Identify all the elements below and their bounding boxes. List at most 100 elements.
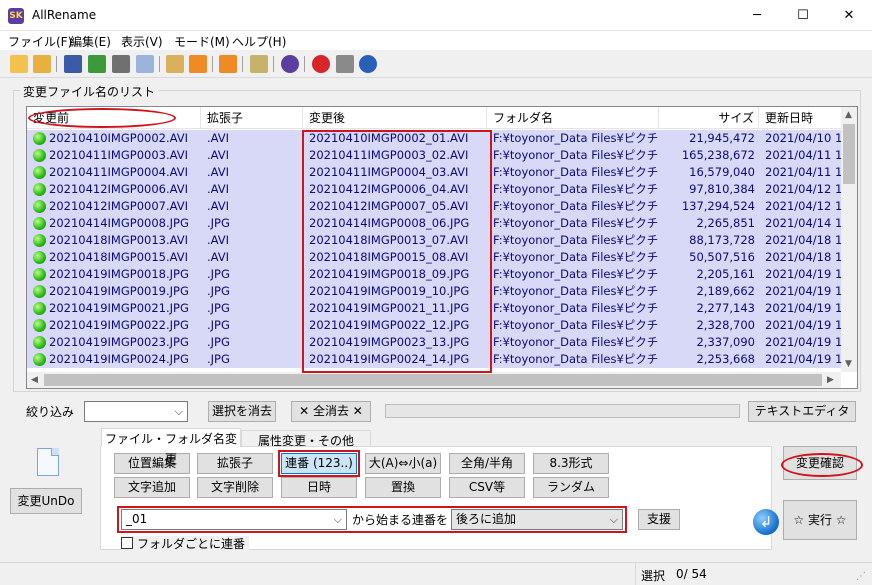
cell-date: 2021/04/12 16 [765,199,849,213]
config-icon[interactable] [336,55,354,73]
extension-button[interactable]: 拡張子 [197,453,273,474]
progress-bar [385,404,740,418]
cell-before: 20210418IMGP0015.AVI [49,250,189,264]
cell-ext: .JPG [207,267,230,281]
position-edit-button[interactable]: 位置編集 [114,453,190,474]
properties-icon[interactable] [250,55,268,73]
cell-size: 2,253,668 [696,352,755,366]
menu-view[interactable]: 表示(V) [121,33,163,50]
cell-date: 2021/04/14 10 [765,216,849,230]
column-header-folder[interactable]: フォルダ名 [487,107,659,129]
vertical-scroll-thumb[interactable] [843,124,855,184]
cell-size: 137,294,524 [681,199,755,213]
clear-selection-button[interactable]: 選択を消去 [208,401,276,422]
filter-label: 絞り込み [26,405,75,419]
column-header-size[interactable]: サイズ [659,107,759,129]
cell-before: 20210419IMGP0024.JPG [49,352,189,366]
scroll-left-icon[interactable]: ◀ [31,375,38,385]
cell-date: 2021/04/19 16 [765,318,849,332]
move-down-icon[interactable] [219,55,237,73]
open-folder-2-icon[interactable] [33,55,51,73]
cell-folder: F:¥toyonor_Data Files¥ピクチャ... [493,131,659,145]
cell-folder: F:¥toyonor_Data Files¥ピクチャ... [493,352,659,366]
cell-before: 20210419IMGP0019.JPG [49,284,189,298]
column-header-ext[interactable]: 拡張子 [201,107,303,129]
resize-grip-icon[interactable]: ⋰ [856,571,868,583]
cell-before: 20210412IMGP0007.AVI [49,199,189,213]
title-bar: SK AllRename ─ ☐ ✕ [0,0,872,31]
column-header-date[interactable]: 更新日時 [759,107,849,129]
execute-button[interactable]: ☆ 実行 ☆ [783,500,857,540]
tab-attributes-other[interactable]: 属性変更・その他 [241,430,371,448]
menu-file[interactable]: ファイル(F) [8,33,72,50]
random-button[interactable]: ランダム [533,477,609,498]
cell-date: 2021/04/19 16 [765,267,849,281]
cell-size: 97,810,384 [689,182,755,196]
minimize-button[interactable]: ─ [734,0,780,31]
add-text-button[interactable]: 文字追加 [114,477,190,498]
cell-ext: .JPG [207,318,230,332]
cell-ext: .AVI [207,165,230,179]
rec-icon[interactable] [312,55,330,73]
menu-mode[interactable]: モード(M) [174,33,230,50]
column-header-after[interactable]: 変更後 [303,107,487,129]
cell-before: 20210412IMGP0006.AVI [49,182,189,196]
paste-icon[interactable] [166,55,184,73]
csv-button[interactable]: CSV等 [449,477,525,498]
scroll-right-icon[interactable]: ▶ [827,375,834,385]
cell-before: 20210411IMGP0003.AVI [49,148,189,162]
filter-combo[interactable]: ⌵ [84,401,188,422]
toolbar-separator [304,56,305,72]
cell-folder: F:¥toyonor_Data Files¥ピクチャ... [493,318,659,332]
cell-ext: .AVI [207,148,230,162]
horizontal-scroll-thumb[interactable] [44,374,822,386]
cell-size: 88,173,728 [689,233,755,247]
cell-ext: .JPG [207,352,230,366]
cell-date: 2021/04/19 16 [765,335,849,349]
per-folder-label: フォルダごとに連番 [137,537,246,551]
annotation-rect-after-column [302,130,492,373]
cell-folder: F:¥toyonor_Data Files¥ピクチャ... [493,182,659,196]
cut-icon[interactable] [112,55,130,73]
case-convert-button[interactable]: 大(A)⇔小(a) [365,453,441,474]
vertical-scrollbar[interactable]: ▲ ▼ [841,107,857,372]
83-format-button[interactable]: 8.3形式 [533,453,609,474]
close-button[interactable]: ✕ [826,0,872,31]
menu-help[interactable]: ヘルプ(H) [232,33,286,50]
tab-file-folder-rename[interactable]: ファイル・フォルダ名変更 [101,428,241,466]
maximize-button[interactable]: ☐ [780,0,826,31]
app-icon: SK [8,8,24,24]
refresh-icon[interactable] [88,55,106,73]
undo-button[interactable]: 変更UnDo [10,488,82,514]
cell-folder: F:¥toyonor_Data Files¥ピクチャ... [493,301,659,315]
help-icon[interactable] [359,55,377,73]
sk-icon[interactable] [281,55,299,73]
datetime-button[interactable]: 日時 [281,477,357,498]
open-folder-icon[interactable] [10,55,28,73]
cell-folder: F:¥toyonor_Data Files¥ピクチャ... [493,199,659,213]
cell-date: 2021/04/18 17 [765,233,849,247]
cell-date: 2021/04/11 16 [765,165,849,179]
cell-size: 2,205,161 [696,267,755,281]
copy-icon[interactable] [136,55,154,73]
cell-before: 20210419IMGP0021.JPG [49,301,189,315]
cell-ext: .AVI [207,233,230,247]
scroll-up-icon[interactable]: ▲ [845,110,852,120]
delete-text-button[interactable]: 文字削除 [197,477,273,498]
clear-all-button[interactable]: ✕ 全消去 ✕ [291,401,371,422]
per-folder-checkbox[interactable] [121,537,133,549]
text-editor-button[interactable]: テキストエディタ [748,401,856,422]
per-folder-checkbox-row[interactable]: フォルダごとに連番 [121,536,249,551]
cell-date: 2021/04/19 16 [765,352,849,366]
assist-button[interactable]: 支援 [638,509,680,530]
chevron-down-icon: ⌵ [174,405,183,418]
save-icon[interactable] [64,55,82,73]
list-group-label: 変更ファイル名のリスト [20,83,159,100]
horizontal-scrollbar[interactable]: ◀ ▶ [27,372,841,388]
replace-button[interactable]: 置換 [365,477,441,498]
toolbar-separator [273,56,274,72]
width-convert-button[interactable]: 全角/半角 [449,453,525,474]
scroll-down-icon[interactable]: ▼ [845,359,852,369]
move-up-icon[interactable] [189,55,207,73]
menu-edit[interactable]: 編集(E) [70,33,111,50]
